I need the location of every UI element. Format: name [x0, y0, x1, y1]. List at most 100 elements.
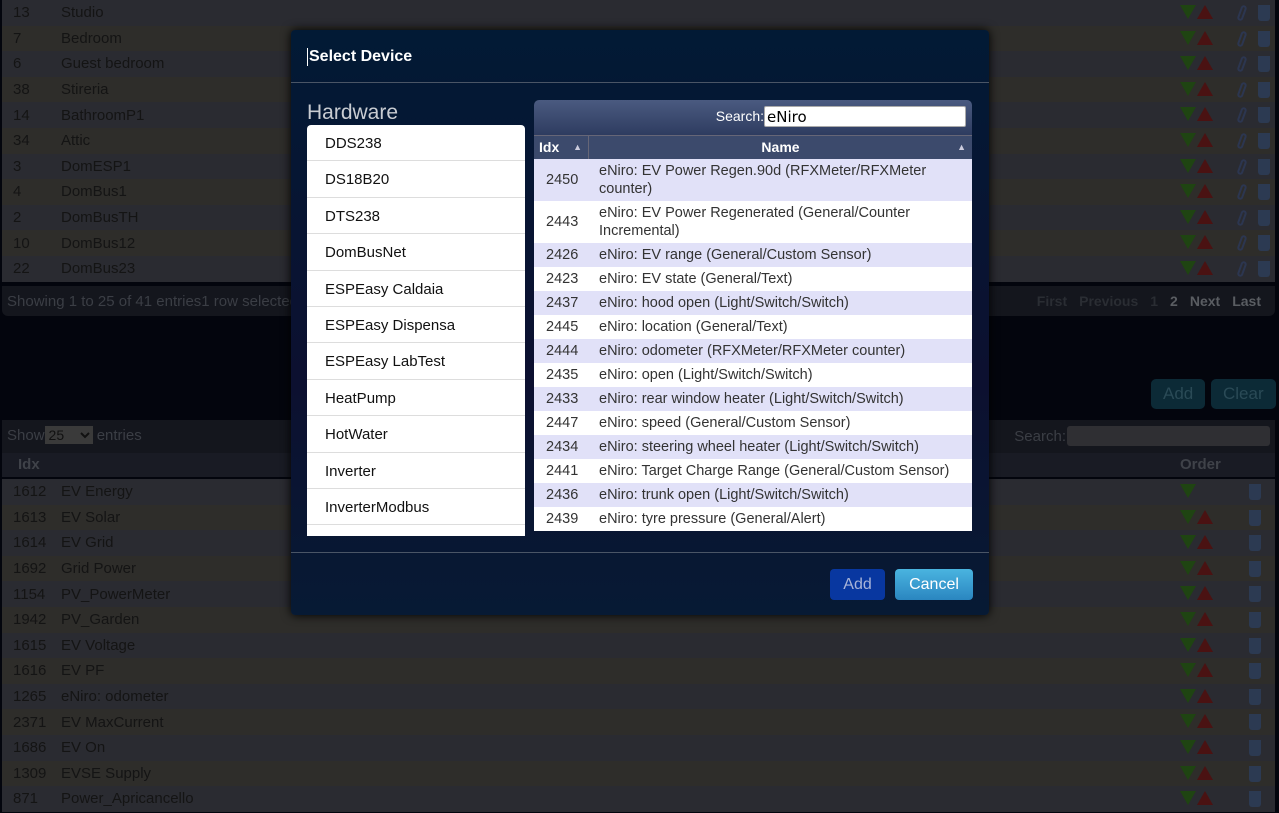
delete-icon[interactable]	[1249, 637, 1261, 654]
delete-icon[interactable]	[1249, 509, 1261, 526]
delete-icon[interactable]	[1249, 739, 1261, 756]
delete-icon[interactable]	[1249, 586, 1261, 603]
entries-select[interactable]: 25	[44, 426, 93, 444]
delete-icon[interactable]	[1258, 81, 1270, 98]
move-up-icon[interactable]	[1197, 81, 1213, 96]
move-down-icon[interactable]	[1180, 765, 1196, 780]
move-up-icon[interactable]	[1197, 56, 1213, 71]
delete-icon[interactable]	[1249, 663, 1261, 680]
device-row[interactable]: 2445 eNiro: location (General/Text)	[534, 315, 972, 339]
table-row[interactable]: 1686 EV On	[2, 734, 1275, 761]
device-row[interactable]: 2447 eNiro: speed (General/Custom Sensor)	[534, 411, 972, 435]
table-row[interactable]: 1265 eNiro: odometer	[2, 683, 1275, 710]
move-down-icon[interactable]	[1180, 611, 1196, 626]
dialog-add-button[interactable]: Add	[830, 569, 885, 600]
add-button[interactable]: Add	[1151, 379, 1206, 409]
hardware-item[interactable]: ESPEasy Dispensa	[307, 307, 525, 344]
delete-icon[interactable]	[1258, 5, 1270, 21]
delete-icon[interactable]	[1249, 688, 1261, 705]
move-up-icon[interactable]	[1197, 235, 1213, 250]
move-up-icon[interactable]	[1197, 611, 1213, 626]
page-1[interactable]: 1	[1144, 290, 1164, 312]
col-idx[interactable]: Idx ▲	[534, 136, 589, 159]
delete-icon[interactable]	[1258, 158, 1270, 175]
page-2[interactable]: 2	[1164, 290, 1184, 312]
move-down-icon[interactable]	[1180, 484, 1196, 498]
col-name[interactable]: Name ▲	[589, 136, 972, 159]
move-down-icon[interactable]	[1180, 235, 1196, 250]
move-down-icon[interactable]	[1180, 637, 1196, 652]
move-up-icon[interactable]	[1197, 739, 1213, 754]
move-down-icon[interactable]	[1180, 184, 1196, 199]
delete-icon[interactable]	[1258, 132, 1270, 149]
hardware-item[interactable]: Inverter	[307, 453, 525, 489]
delete-icon[interactable]	[1249, 535, 1261, 552]
table-row[interactable]: 1309 EVSE Supply	[2, 760, 1275, 787]
move-up-icon[interactable]	[1197, 791, 1213, 806]
hardware-item[interactable]: ESPEasy LabTest	[307, 343, 525, 380]
table-row[interactable]: 1616 EV PF	[2, 658, 1275, 684]
hardware-item[interactable]: ESPEasy Caldaia	[307, 271, 525, 307]
device-row[interactable]: 2439 eNiro: tyre pressure (General/Alert)	[534, 507, 972, 531]
col-idx[interactable]: Idx	[18, 456, 40, 473]
move-down-icon[interactable]	[1180, 586, 1196, 601]
device-row[interactable]: 2436 eNiro: trunk open (Light/Switch/Swit…	[534, 483, 972, 507]
delete-icon[interactable]	[1249, 484, 1261, 500]
move-down-icon[interactable]	[1180, 260, 1196, 275]
delete-icon[interactable]	[1249, 714, 1261, 731]
delete-icon[interactable]	[1258, 30, 1270, 47]
move-down-icon[interactable]	[1180, 739, 1196, 754]
delete-icon[interactable]	[1249, 560, 1261, 577]
device-row[interactable]: 2435 eNiro: open (Light/Switch/Switch)	[534, 363, 972, 387]
hardware-item[interactable]: DTS238	[307, 198, 525, 235]
move-up-icon[interactable]	[1197, 637, 1213, 652]
delete-icon[interactable]	[1249, 611, 1261, 628]
move-down-icon[interactable]	[1180, 158, 1196, 173]
delete-icon[interactable]	[1249, 765, 1261, 782]
table-row[interactable]: 13 Studio	[2, 0, 1275, 26]
move-down-icon[interactable]	[1180, 663, 1196, 678]
move-up-icon[interactable]	[1197, 260, 1213, 275]
table-row[interactable]: 871 Power_Apricancello	[2, 786, 1275, 812]
hardware-item[interactable]: DS18B20	[307, 161, 525, 198]
device-row[interactable]: 2426 eNiro: EV range (General/Custom Sens…	[534, 243, 972, 267]
move-down-icon[interactable]	[1180, 132, 1196, 147]
delete-icon[interactable]	[1258, 184, 1270, 201]
table-row[interactable]: 1615 EV Voltage	[2, 632, 1275, 659]
hardware-item[interactable]: DDS238	[307, 125, 525, 162]
delete-icon[interactable]	[1258, 260, 1270, 277]
move-up-icon[interactable]	[1197, 30, 1213, 45]
search-input[interactable]	[1067, 426, 1270, 446]
move-up-icon[interactable]	[1197, 586, 1213, 601]
move-up-icon[interactable]	[1197, 560, 1213, 575]
move-down-icon[interactable]	[1180, 535, 1196, 550]
device-row[interactable]: 2437 eNiro: hood open (Light/Switch/Switc…	[534, 291, 972, 315]
move-up-icon[interactable]	[1197, 509, 1213, 524]
hardware-list[interactable]: DDS238 DS18B20 DTS238 DomBusNet ESPEasy Cald…	[307, 125, 525, 536]
move-down-icon[interactable]	[1180, 56, 1196, 71]
move-up-icon[interactable]	[1197, 688, 1213, 703]
device-search-input[interactable]	[764, 106, 966, 127]
move-down-icon[interactable]	[1180, 107, 1196, 122]
move-down-icon[interactable]	[1180, 81, 1196, 96]
move-up-icon[interactable]	[1197, 132, 1213, 147]
page-last[interactable]: Last	[1226, 290, 1267, 312]
delete-icon[interactable]	[1249, 791, 1261, 808]
hardware-item[interactable]: HotWater	[307, 416, 525, 453]
move-up-icon[interactable]	[1197, 714, 1213, 729]
move-up-icon[interactable]	[1197, 535, 1213, 550]
move-up-icon[interactable]	[1197, 663, 1213, 678]
move-up-icon[interactable]	[1197, 107, 1213, 122]
table-row[interactable]: 2371 EV MaxCurrent	[2, 709, 1275, 735]
move-up-icon[interactable]	[1197, 5, 1213, 19]
col-order[interactable]: Order	[1180, 456, 1221, 473]
page-next[interactable]: Next	[1184, 290, 1226, 312]
move-down-icon[interactable]	[1180, 688, 1196, 703]
device-row[interactable]: 2434 eNiro: steering wheel heater (Light/…	[534, 435, 972, 459]
move-down-icon[interactable]	[1180, 791, 1196, 806]
device-row[interactable]: 2444 eNiro: odometer (RFXMeter/RFXMeter c…	[534, 339, 972, 363]
dialog-cancel-button[interactable]: Cancel	[895, 569, 973, 600]
move-down-icon[interactable]	[1180, 30, 1196, 45]
move-down-icon[interactable]	[1180, 5, 1196, 19]
move-up-icon[interactable]	[1197, 209, 1213, 224]
